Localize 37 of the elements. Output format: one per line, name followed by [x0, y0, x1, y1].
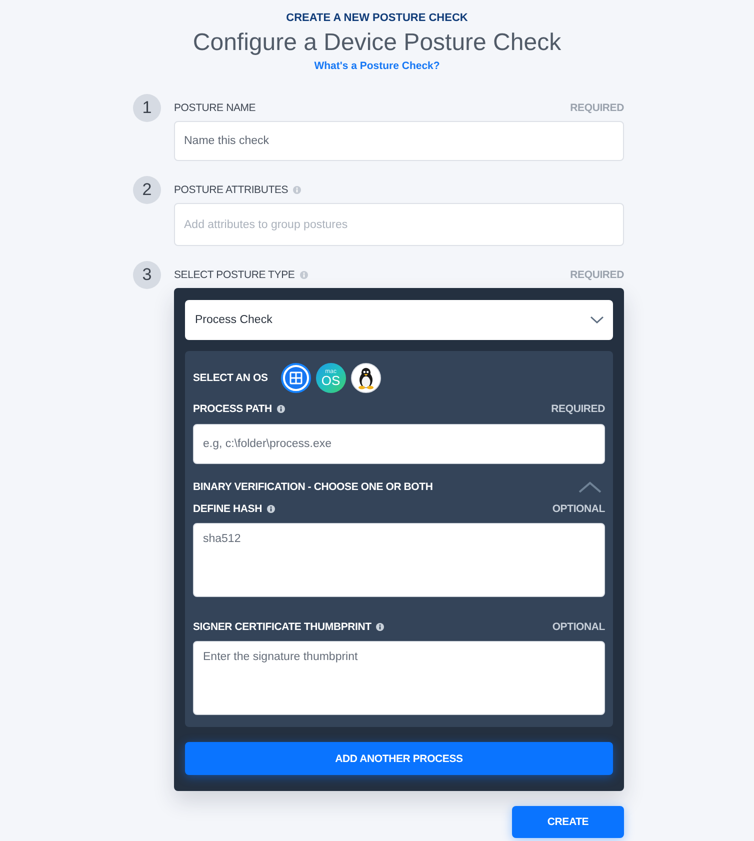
field-label: SELECT POSTURE TYPE	[174, 268, 295, 280]
windows-logo-icon	[284, 367, 307, 389]
step-number: 1	[133, 94, 161, 122]
field-label: POSTURE ATTRIBUTES	[174, 184, 288, 196]
attributes-input[interactable]: Add attributes to group postures	[174, 203, 624, 246]
hash-textarea[interactable]: sha512	[193, 523, 605, 597]
windows-option[interactable]	[280, 363, 311, 393]
chevron-up-icon	[578, 481, 602, 493]
step-number: 3	[133, 261, 161, 289]
requirement-label: REQUIRED	[570, 268, 624, 280]
linux-option[interactable]	[350, 363, 381, 393]
step-number: 2	[133, 176, 161, 204]
page-kicker: CREATE A NEW POSTURE CHECK	[286, 12, 468, 25]
requirement-label: OPTIONAL	[552, 620, 605, 634]
field-label: SIGNER CERTIFICATE THUMBPRINT	[193, 620, 372, 634]
page-title: Configure a Device Posture Check	[192, 29, 562, 57]
info-icon[interactable]	[276, 405, 285, 413]
create-button[interactable]: CREATE	[512, 806, 624, 838]
requirement-label: OPTIONAL	[552, 502, 605, 516]
info-icon[interactable]	[376, 623, 384, 631]
chevron-down-icon	[590, 316, 604, 324]
help-link[interactable]: What's a Posture Check?	[314, 60, 440, 73]
requirement-label: REQUIRED	[551, 402, 605, 416]
info-icon[interactable]	[266, 505, 275, 513]
section-heading: BINARY VERIFICATION - CHOOSE ONE OR BOTH	[193, 480, 433, 494]
field-label: POSTURE NAME	[174, 102, 256, 114]
os-label: SELECT AN OS	[193, 372, 268, 384]
posture-type-select[interactable]: Process Check	[185, 300, 613, 340]
collapse-toggle[interactable]	[578, 481, 602, 493]
thumbprint-textarea[interactable]: Enter the signature thumbprint	[193, 641, 605, 715]
requirement-label: REQUIRED	[570, 102, 624, 114]
process-path-input[interactable]: e.g, c:\folder\process.exe	[193, 424, 605, 464]
name-input[interactable]: Name this check	[174, 121, 624, 161]
field-label: DEFINE HASH	[193, 502, 262, 516]
field-label: PROCESS PATH	[193, 402, 272, 416]
penguin-icon	[350, 363, 381, 393]
add-process-button[interactable]: ADD ANOTHER PROCESS	[185, 742, 613, 775]
